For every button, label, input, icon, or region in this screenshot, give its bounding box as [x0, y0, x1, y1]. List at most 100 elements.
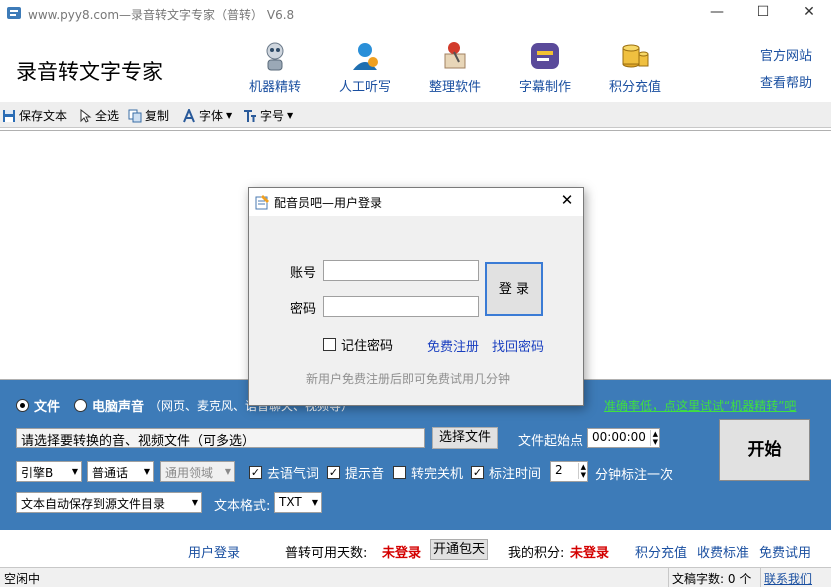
tool-points-recharge[interactable]: 积分充值	[594, 40, 676, 95]
copy-button[interactable]: 复制	[128, 107, 169, 124]
start-point-label: 文件起始点	[518, 434, 584, 449]
maximize-button[interactable]: ☐	[740, 0, 786, 26]
choose-file-button[interactable]: 选择文件	[432, 427, 498, 449]
remember-password-label: 记住密码	[341, 339, 394, 354]
status-text: 空闲中	[4, 572, 41, 586]
save-icon	[3, 109, 15, 122]
chevron-down-icon: ▼	[191, 498, 198, 507]
account-label: 账号	[290, 266, 317, 281]
checkbox-checked: ✓	[327, 466, 340, 479]
start-point-value: 00:00:00	[592, 430, 646, 444]
save-mode-select[interactable]: 文本自动保存到源文件目录 ▼	[16, 492, 202, 513]
shutdown-label: 转完关机	[411, 467, 464, 482]
word-count-label: 文稿字数:	[672, 572, 725, 586]
free-trial-link[interactable]: 免费试用	[759, 542, 811, 561]
save-text-button[interactable]: 保存文本	[2, 107, 67, 124]
interval-value: 2	[555, 463, 563, 477]
recharge-link[interactable]: 积分充值	[635, 542, 687, 561]
word-count: 文稿字数: 0 个	[672, 570, 751, 587]
close-button[interactable]: ✕	[786, 0, 831, 26]
contact-link[interactable]: 联系我们	[764, 570, 812, 587]
file-path-input[interactable]: 请选择要转换的音、视频文件（可多选）	[16, 428, 425, 448]
engine-value: 引擎B	[21, 466, 54, 480]
copy-icon	[128, 109, 142, 122]
account-input[interactable]	[323, 260, 479, 281]
tool-organize-software[interactable]: 整理软件	[414, 40, 496, 95]
chevron-down-icon: ▼	[71, 467, 78, 476]
recover-password-link[interactable]: 找回密码	[492, 336, 544, 355]
status-bar: 空闲中 文稿字数: 0 个 联系我们	[0, 567, 831, 587]
checkbox-unchecked	[393, 466, 406, 479]
minimize-button[interactable]: —	[694, 0, 740, 26]
notepad-icon	[255, 195, 269, 210]
register-link[interactable]: 免费注册	[427, 336, 479, 355]
pricing-link[interactable]: 收费标准	[697, 542, 749, 561]
chevron-down-icon: ▼	[143, 467, 150, 476]
dialog-title: 配音员吧—用户登录	[274, 196, 383, 210]
dialog-close-button[interactable]: ✕	[555, 191, 579, 209]
remember-password-checkbox[interactable]: 记住密码	[323, 335, 393, 354]
tool-label: 整理软件	[428, 80, 481, 95]
login-dialog: 配音员吧—用户登录 ✕ 账号 密码 登 录 记住密码 免费注册 找回密码 新用户…	[248, 187, 584, 406]
tool-subtitle-maker[interactable]: 字幕制作	[504, 40, 586, 95]
user-login-link[interactable]: 用户登录	[188, 542, 240, 561]
promo-link[interactable]: 准确率低，点这里试试“机器精转”吧	[604, 397, 796, 414]
font-icon	[183, 108, 195, 122]
robot-icon	[266, 42, 284, 71]
chevron-down-icon: ▼	[311, 498, 318, 507]
start-point-input[interactable]: 00:00:00 ▲ ▼	[587, 428, 660, 448]
interval-stepper[interactable]: 2 ▲ ▼	[550, 461, 588, 482]
tool-manual-dictation[interactable]: 人工听写	[324, 40, 406, 95]
chevron-down-icon: ▼	[287, 111, 294, 120]
chevron-down-icon: ▼	[226, 111, 233, 120]
select-all-button[interactable]: 全选	[78, 107, 119, 124]
timestamp-checkbox[interactable]: ✓ 标注时间	[471, 463, 541, 482]
checkbox-checked: ✓	[471, 466, 484, 479]
domain-value: 通用领域	[165, 466, 214, 480]
checkbox-unchecked	[323, 338, 336, 351]
engine-select[interactable]: 引擎B ▼	[16, 461, 82, 482]
remove-particles-label: 去语气词	[267, 467, 320, 482]
toolbar: 保存文本 全选 复制 字体 ▼ 字号 ▼	[0, 102, 831, 128]
spin-arrows-icon[interactable]: ▲ ▼	[577, 463, 586, 479]
prompt-sound-label: 提示音	[345, 467, 385, 482]
status-divider	[760, 568, 761, 587]
format-value: TXT	[279, 495, 302, 509]
format-select[interactable]: TXT ▼	[274, 492, 322, 513]
help-link[interactable]: 查看帮助	[760, 72, 812, 91]
font-size-icon	[244, 109, 256, 122]
app-title: 录音转文字专家	[16, 60, 163, 84]
open-package-button[interactable]: 开通包天	[430, 539, 488, 560]
font-label: 字体	[199, 109, 224, 123]
prompt-sound-checkbox[interactable]: ✓ 提示音	[327, 463, 384, 482]
tool-label: 人工听写	[338, 80, 391, 95]
points-label: 我的积分:	[508, 546, 565, 561]
language-value: 普通话	[92, 466, 129, 480]
spin-arrows-icon[interactable]: ▲ ▼	[649, 430, 658, 446]
official-site-link[interactable]: 官方网站	[760, 45, 812, 64]
coins-icon	[622, 44, 649, 68]
language-select[interactable]: 普通话 ▼	[87, 461, 154, 482]
status-divider	[668, 568, 669, 587]
tool-label: 积分充值	[608, 80, 661, 95]
select-all-label: 全选	[95, 109, 120, 123]
save-mode-value: 文本自动保存到源文件目录	[21, 497, 166, 511]
radio-selected	[16, 399, 29, 412]
tool-label: 机器精转	[248, 80, 301, 95]
font-size-dropdown[interactable]: 字号 ▼	[243, 107, 293, 124]
days-label: 普转可用天数:	[285, 546, 368, 561]
title-bar: www.pyy8.com—录音转文字专家（普转） V6.8 — ☐ ✕	[0, 0, 831, 26]
password-input[interactable]	[323, 296, 479, 317]
subtitle-icon	[531, 43, 559, 69]
domain-select[interactable]: 通用领域 ▼	[160, 461, 235, 482]
tool-machine-transcribe[interactable]: 机器精转	[234, 40, 316, 95]
remove-particles-checkbox[interactable]: ✓ 去语气词	[249, 463, 319, 482]
format-label: 文本格式:	[214, 499, 271, 514]
font-dropdown[interactable]: 字体 ▼	[182, 107, 232, 124]
app-icon	[7, 7, 21, 19]
start-button[interactable]: 开始	[719, 419, 810, 481]
shutdown-checkbox[interactable]: 转完关机	[393, 463, 463, 482]
login-button[interactable]: 登 录	[485, 262, 543, 316]
dialog-hint: 新用户免费注册后即可免费试用几分钟	[306, 372, 511, 386]
source-file-radio[interactable]: 文件	[16, 396, 60, 415]
